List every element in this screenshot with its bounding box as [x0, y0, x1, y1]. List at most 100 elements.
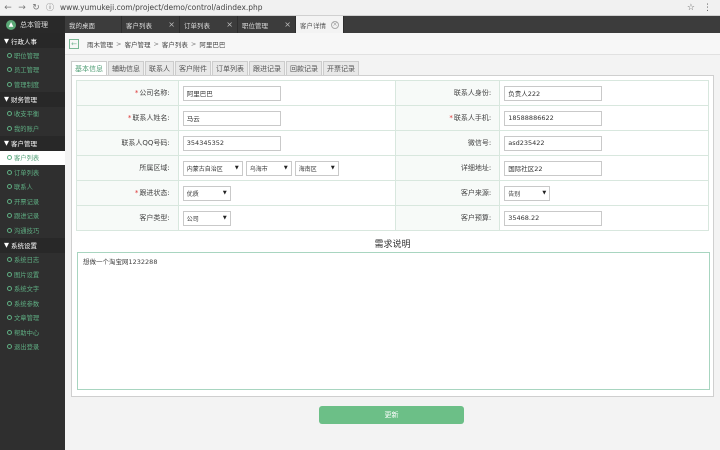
sidebar-item-label: 我的账户 [14, 125, 40, 133]
app-logo: ▲ 总本管理 [0, 16, 65, 33]
customer-type-select[interactable]: 公司 ▼ [182, 210, 231, 226]
close-icon[interactable]: × [168, 20, 175, 29]
sidebar-item-balance[interactable]: 收支平衡 [0, 107, 65, 122]
sidebar-group-admin[interactable]: ▼ 行政人事 [0, 33, 65, 48]
browser-menu-icon[interactable]: ⋮ [703, 3, 712, 13]
tab-customer-detail[interactable]: 客户详情 × [296, 16, 344, 33]
sidebar-item-rules[interactable]: 管理制度 [0, 77, 65, 92]
breadcrumb-item[interactable]: 客户管理 [124, 39, 150, 49]
sidebar-item-images[interactable]: 图片设置 [0, 267, 65, 282]
sidebar-item-label: 管理制度 [14, 81, 40, 89]
select-value: 公司 [186, 215, 199, 223]
sidebar-group-finance[interactable]: ▼ 财务管理 [0, 91, 65, 107]
contact-identity-field[interactable]: 负责人222 [504, 85, 603, 101]
follow-status-select[interactable]: 优质 ▼ [182, 185, 231, 201]
address-label: 详细地址: [395, 155, 501, 181]
tab-followups[interactable]: 跟进记录 [249, 61, 285, 75]
sidebar-item-followup[interactable]: 跟进记录 [0, 209, 65, 224]
caret-down-icon: ▼ [4, 139, 9, 147]
info-icon[interactable]: ⓘ [46, 2, 54, 13]
tab-customer-list[interactable]: 客户列表 × [122, 16, 180, 33]
label-text: 跟进状态: [139, 189, 170, 197]
breadcrumb-item[interactable]: 雨木管理 [87, 39, 113, 49]
sidebar-item-label: 开票记录 [14, 198, 40, 206]
sidebar-group-customer[interactable]: ▼ 客户管理 [0, 135, 65, 151]
company-name-field[interactable]: 阿里巴巴 [182, 85, 281, 101]
company-label: *公司名称: [76, 80, 179, 106]
sidebar-group-settings[interactable]: ▼ 系统设置 [0, 237, 65, 253]
sidebar-item-logout[interactable]: 退出登录 [0, 340, 65, 355]
wechat-field[interactable]: asd235422 [504, 135, 603, 151]
sidebar-item-account[interactable]: 我的账户 [0, 121, 65, 136]
label-text: 联系人手机: [453, 114, 492, 122]
qq-number-field[interactable]: 354345352 [182, 135, 281, 151]
district-select[interactable]: 海南区 ▼ [294, 160, 339, 176]
requirement-textarea[interactable]: 想做一个淘宝网1232288 [77, 252, 710, 390]
update-button[interactable]: 更新 [319, 406, 464, 424]
contact-name-field[interactable]: 马云 [182, 110, 281, 126]
tab-orders[interactable]: 订单列表 [212, 61, 248, 75]
circle-icon [7, 169, 12, 175]
dropdown-arrow-icon: ▼ [234, 165, 239, 171]
breadcrumb-item[interactable]: 客户列表 [162, 39, 188, 49]
tab-aux-info[interactable]: 辅助信息 [108, 61, 144, 75]
tab-attachments[interactable]: 客户附件 [175, 61, 211, 75]
group-title: 财务管理 [11, 96, 37, 104]
back-icon[interactable]: ← [2, 2, 14, 14]
tab-order-list[interactable]: 订单列表 × [180, 16, 238, 33]
dropdown-arrow-icon: ▼ [542, 190, 547, 196]
sidebar-item-syslog[interactable]: 系统日志 [0, 253, 65, 268]
logo-icon: ▲ [6, 19, 16, 30]
circle-icon [7, 184, 12, 190]
tab-position-manage[interactable]: 职位管理 × [238, 16, 296, 33]
sidebar-item-sysparams[interactable]: 系统参数 [0, 296, 65, 311]
address-bar[interactable]: www.yumukeji.com/project/demo/control/ad… [60, 3, 263, 12]
contact-mobile-field[interactable]: 18588886622 [504, 110, 603, 126]
bookmark-star-icon[interactable]: ☆ [687, 3, 695, 13]
sidebar-item-systext[interactable]: 系统文字 [0, 282, 65, 297]
sidebar-item-help[interactable]: 帮助中心 [0, 325, 65, 340]
tab-payments[interactable]: 回款记录 [286, 61, 322, 75]
group-title: 系统设置 [11, 242, 37, 250]
sidebar-item-invoices[interactable]: 开票记录 [0, 194, 65, 209]
sidebar-item-position[interactable]: 职位管理 [0, 48, 65, 63]
back-arrow-icon[interactable]: ← [69, 38, 79, 49]
tab-label: 客户列表 [126, 21, 152, 30]
tab-label: 职位管理 [242, 21, 268, 30]
customer-source-select[interactable]: 告别 ▼ [504, 185, 551, 201]
circle-icon [7, 300, 12, 306]
sidebar-item-label: 收支平衡 [14, 111, 40, 119]
close-icon[interactable]: × [226, 20, 233, 29]
city-select[interactable]: 乌海市 ▼ [245, 160, 292, 176]
breadcrumb-current: 阿里巴巴 [199, 40, 226, 49]
breadcrumb-separator: > [190, 39, 197, 48]
province-select[interactable]: 内蒙古自治区 ▼ [182, 160, 243, 176]
wechat-label: 微信号: [395, 130, 501, 156]
close-icon[interactable]: × [284, 20, 291, 29]
required-mark: * [134, 89, 139, 97]
label-text: 联系人姓名: [132, 114, 170, 122]
logo-text: 总本管理 [20, 20, 48, 29]
sidebar-item-label: 系统文字 [14, 286, 40, 294]
sidebar-item-articles[interactable]: 文章管理 [0, 311, 65, 326]
sidebar-item-contacts[interactable]: 联系人 [0, 180, 65, 195]
sidebar-item-label: 客户列表 [14, 155, 40, 163]
sidebar-item-customer-list[interactable]: 客户列表 [0, 150, 65, 165]
tab-contacts[interactable]: 联系人 [145, 61, 174, 75]
tab-basic-info[interactable]: 基本信息 [71, 61, 107, 75]
close-icon[interactable]: × [331, 20, 339, 29]
sidebar-item-staff[interactable]: 员工管理 [0, 63, 65, 78]
address-field[interactable]: 国际社区22 [504, 160, 603, 176]
forward-icon[interactable]: → [16, 2, 28, 14]
requirement-title: 需求说明 [374, 240, 411, 250]
tab-invoices[interactable]: 开票记录 [323, 61, 359, 75]
caret-down-icon: ▼ [4, 95, 9, 103]
circle-icon [7, 271, 12, 277]
circle-icon [7, 329, 12, 335]
reload-icon[interactable]: ↻ [30, 2, 42, 14]
sidebar-item-order-list[interactable]: 订单列表 [0, 165, 65, 180]
sidebar-item-tips[interactable]: 沟通技巧 [0, 223, 65, 238]
sidebar-item-label: 员工管理 [14, 67, 40, 75]
tab-desktop[interactable]: 我的桌面 [65, 16, 122, 33]
customer-budget-field[interactable]: 35468.22 [504, 210, 603, 226]
